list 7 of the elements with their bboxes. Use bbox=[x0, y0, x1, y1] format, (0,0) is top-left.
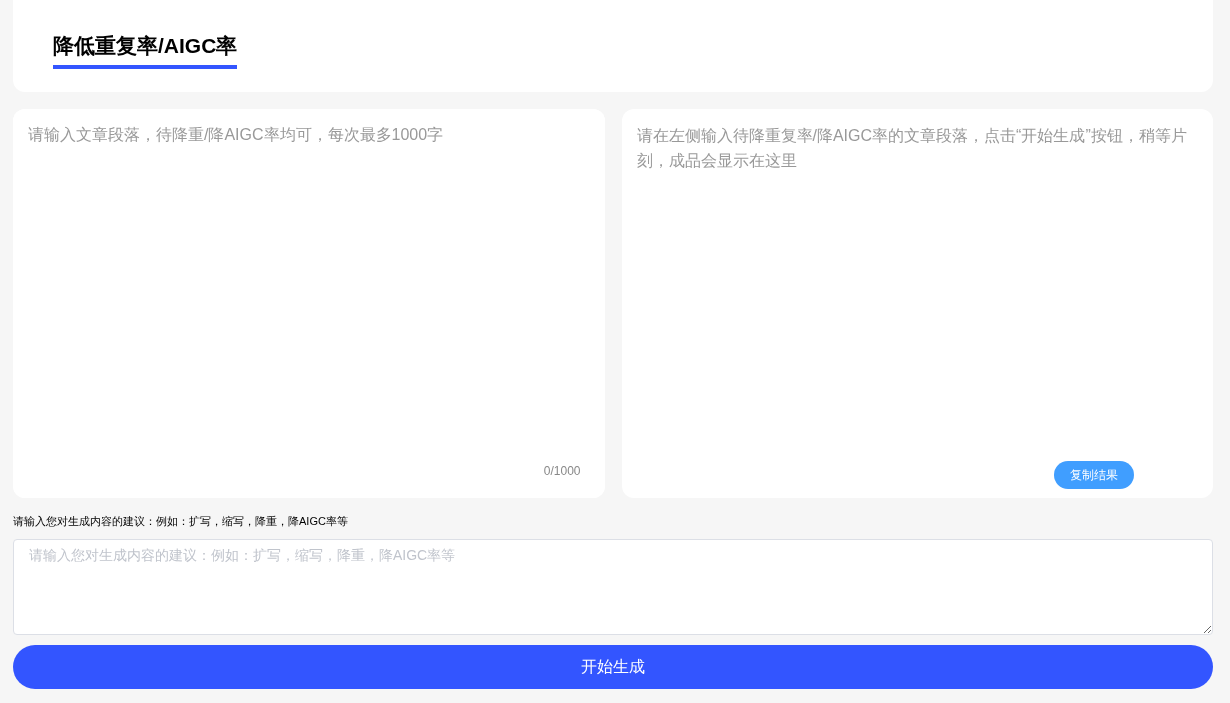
character-counter: 0/1000 bbox=[543, 464, 581, 478]
result-hint: 请在左侧输入待降重复率/降AIGC率的文章段落，点击“开始生成”按钮，稍等片刻，成品会显示在这里 bbox=[635, 126, 1188, 171]
tab[interactable]: 降低重复率/AIGC率 bbox=[53, 32, 238, 69]
suggestion-input-field[interactable]: 请输入您对生成内容的建议：例如：扩写，缩写，降重，降AIGC率等 bbox=[13, 539, 1213, 635]
copy-result-button[interactable]: 复制结果 bbox=[1053, 461, 1134, 489]
start-generate-button[interactable]: 开始生成 bbox=[13, 645, 1213, 689]
suggestion-label: 请输入您对生成内容的建议：例如：扩写，缩写，降重，降AIGC率等 bbox=[13, 514, 349, 529]
